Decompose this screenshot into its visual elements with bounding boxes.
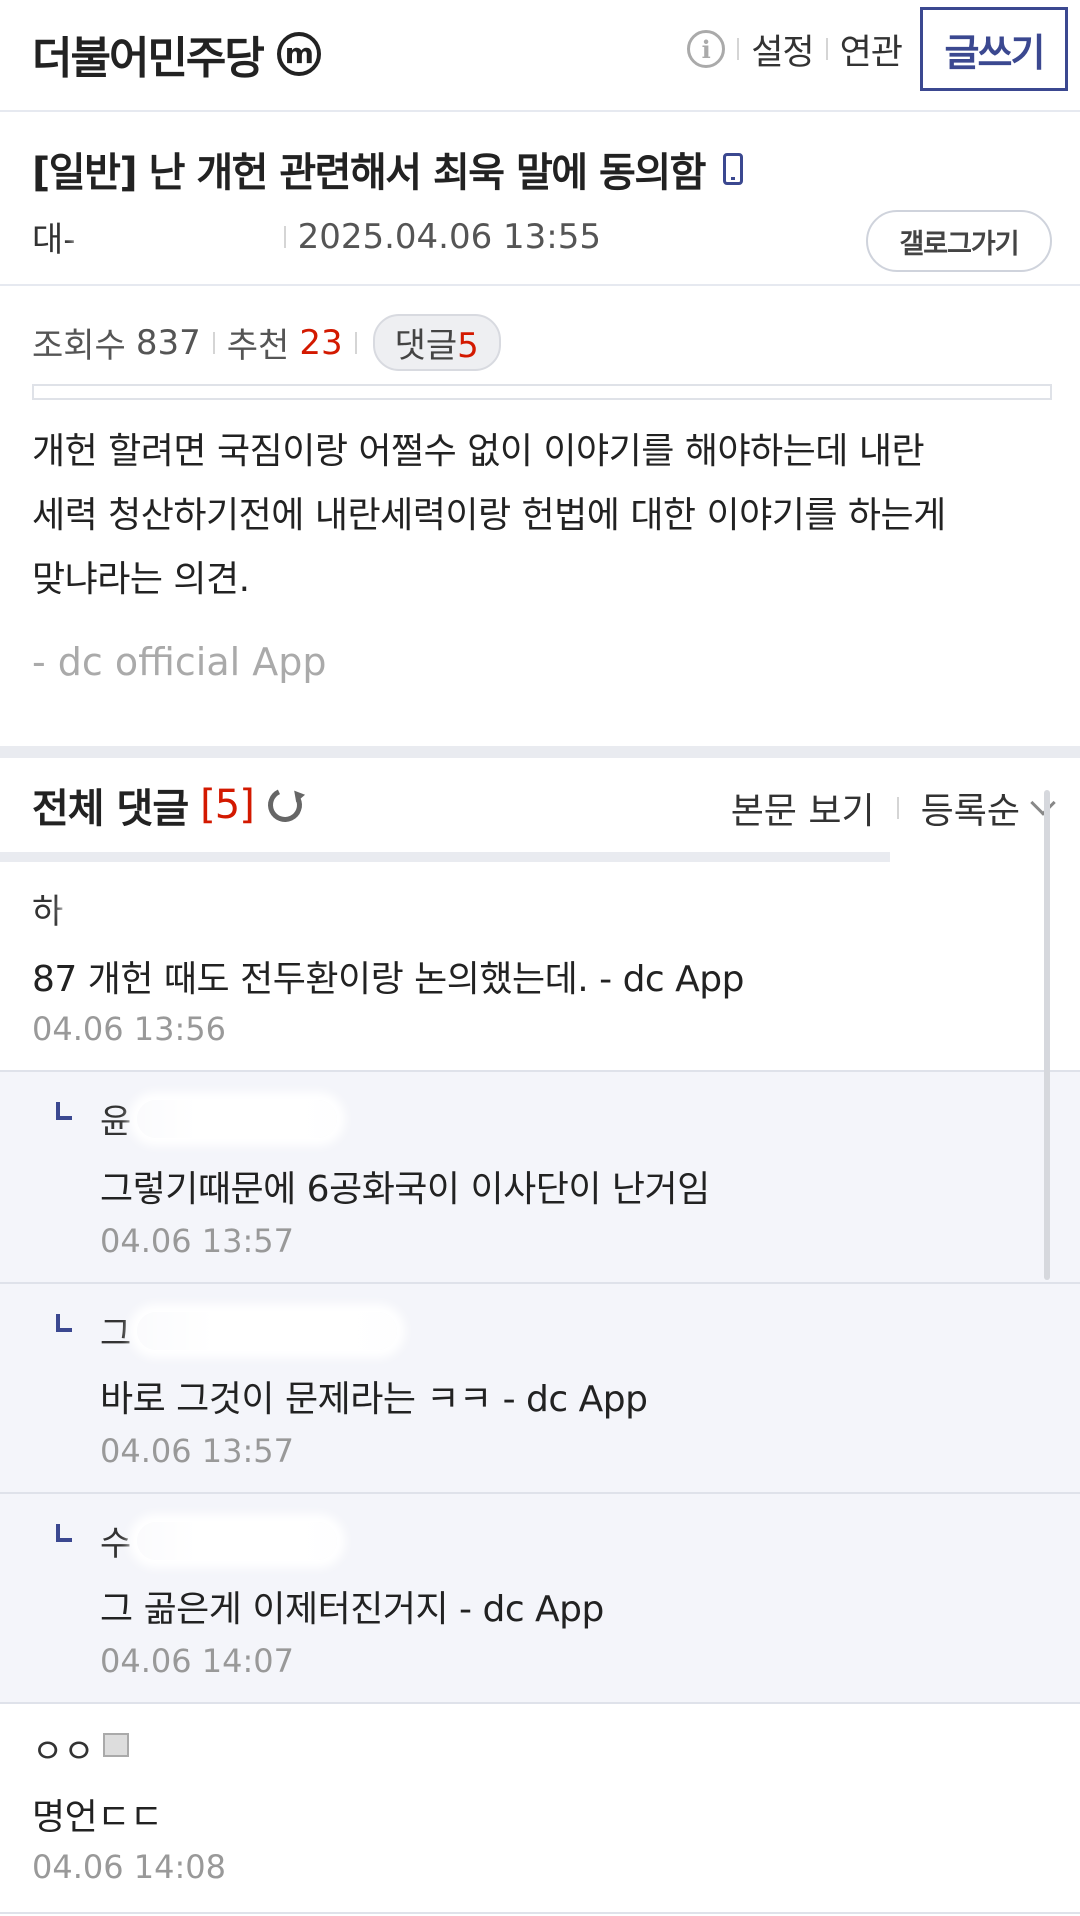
separator <box>825 38 828 60</box>
reply-item: 그 바로 그것이 문제라는 ㅋㅋ - dc App 04.06 13:57 <box>0 1284 1080 1494</box>
reply-arrow-icon <box>56 1524 72 1542</box>
body-line: 맞냐라는 의견. <box>32 559 250 600</box>
comment-date: 04.06 13:57 <box>100 1222 294 1260</box>
gallery-name[interactable]: 더불어민주당 <box>32 22 265 86</box>
related-link[interactable]: 연관 <box>840 24 903 75</box>
body-line: 세력 청산하기전에 내란세력이랑 헌법에 대한 이야기를 하는게 <box>32 495 946 536</box>
minor-gallery-icon: m <box>276 32 321 76</box>
comment-date: 04.06 13:56 <box>32 1010 226 1048</box>
comment-author[interactable]: 윤 <box>100 1094 338 1143</box>
comment-count: 5 <box>457 326 479 366</box>
view-body-link[interactable]: 본문 보기 <box>731 782 875 834</box>
separator <box>354 331 357 354</box>
comment-item: ㅇㅇ 명언ㄷㄷ 04.06 14:08 <box>0 1704 1080 1914</box>
write-button[interactable]: 글쓰기 <box>920 7 1068 91</box>
separator <box>212 331 215 354</box>
sort-select[interactable]: 등록순 <box>921 782 1020 834</box>
comment-date: 04.06 14:07 <box>100 1642 294 1680</box>
info-icon[interactable]: i <box>687 30 726 68</box>
body-line: 개헌 할려면 국짐이랑 어쩔수 없이 이야기를 해야하는데 내란 <box>32 431 925 472</box>
separator <box>737 38 740 60</box>
redacted-author <box>81 217 272 256</box>
views-label: 조회수 <box>32 326 126 366</box>
chevron-down-icon[interactable] <box>1030 790 1056 816</box>
redacted-author <box>137 1311 398 1350</box>
recommend-label: 추천 <box>226 326 290 366</box>
comments-header: 전체 댓글 [5] 본문 보기 등록순 <box>0 758 1080 858</box>
comment-text: 바로 그것이 문제라는 ㅋㅋ - dc App <box>100 1379 648 1420</box>
comments-title: 전체 댓글 [5] <box>32 776 307 834</box>
comment-date: 04.06 13:57 <box>100 1432 294 1470</box>
mobile-icon <box>722 153 743 185</box>
gallog-button[interactable]: 갤로그가기 <box>866 210 1052 272</box>
post-body: 개헌 할려면 국짐이랑 어쩔수 없이 이야기를 해야하는데 내란 세력 청산하기… <box>32 420 1052 612</box>
comment-date: 04.06 14:08 <box>32 1848 226 1886</box>
views-count: 837 <box>135 322 201 363</box>
content-divider <box>32 384 1052 400</box>
comment-item: 하 87 개헌 때도 전두환이랑 논의했는데. - dc App 04.06 1… <box>0 862 1080 1072</box>
separator <box>283 225 286 248</box>
comments-divider <box>0 852 890 862</box>
post-meta: 대- 2025.04.06 13:55 <box>32 212 601 261</box>
redacted-author <box>137 1099 338 1138</box>
comment-author[interactable]: 그 <box>100 1306 398 1355</box>
post-title-text: [일반] 난 개헌 관련해서 최욱 말에 동의함 <box>32 150 706 196</box>
redacted-author <box>69 889 310 928</box>
gallery-header: 더불어민주당 m i 설정 연관 글쓰기 <box>0 0 1080 112</box>
separator <box>896 797 899 819</box>
header-actions: i 설정 연관 글쓰기 <box>687 6 1068 92</box>
scrollbar[interactable] <box>1044 790 1050 1280</box>
comments-title-text: 전체 댓글 <box>32 786 189 832</box>
settings-link[interactable]: 설정 <box>751 24 814 75</box>
post-datetime: 2025.04.06 13:55 <box>297 216 602 257</box>
author-name[interactable]: 대- <box>32 212 76 261</box>
comment-author[interactable]: ㅇㅇ <box>32 1724 129 1773</box>
comment-text: 그렇기때문에 6공화국이 이사단이 난거임 <box>100 1169 710 1210</box>
app-signature: - dc official App <box>32 640 327 684</box>
reply-arrow-icon <box>56 1314 72 1332</box>
comment-text: 87 개헌 때도 전두환이랑 논의했는데. - dc App <box>32 959 745 1000</box>
redacted-author <box>137 1521 338 1560</box>
comment-tools: 본문 보기 등록순 <box>731 782 1056 834</box>
comment-author[interactable]: 하 <box>32 884 310 933</box>
comment-text: 그 곪은게 이제터진거지 - dc App <box>100 1589 604 1630</box>
reply-item: 수 그 곪은게 이제터진거지 - dc App 04.06 14:07 <box>0 1494 1080 1704</box>
recommend-count: 23 <box>299 322 343 363</box>
post-title: [일반] 난 개헌 관련해서 최욱 말에 동의함 <box>32 140 743 198</box>
comment-author[interactable]: 수 <box>100 1516 338 1565</box>
comment-label: 댓글 <box>394 326 458 366</box>
post-header: [일반] 난 개헌 관련해서 최욱 말에 동의함 대- 2025.04.06 1… <box>0 112 1080 286</box>
gallery-title[interactable]: 더불어민주당 m <box>32 22 321 86</box>
refresh-icon[interactable] <box>263 783 307 827</box>
comment-text: 명언ㄷㄷ <box>32 1797 163 1838</box>
comment-count-pill[interactable]: 댓글5 <box>372 314 501 371</box>
post-stats: 조회수 837 추천 23 댓글5 <box>32 314 501 371</box>
reply-arrow-icon <box>56 1102 72 1120</box>
reply-item: 윤 그렇기때문에 6공화국이 이사단이 난거임 04.06 13:57 <box>0 1072 1080 1284</box>
section-divider <box>0 746 1080 758</box>
comments-total: [5] <box>200 782 255 828</box>
fixed-nickname-icon <box>102 1732 129 1757</box>
